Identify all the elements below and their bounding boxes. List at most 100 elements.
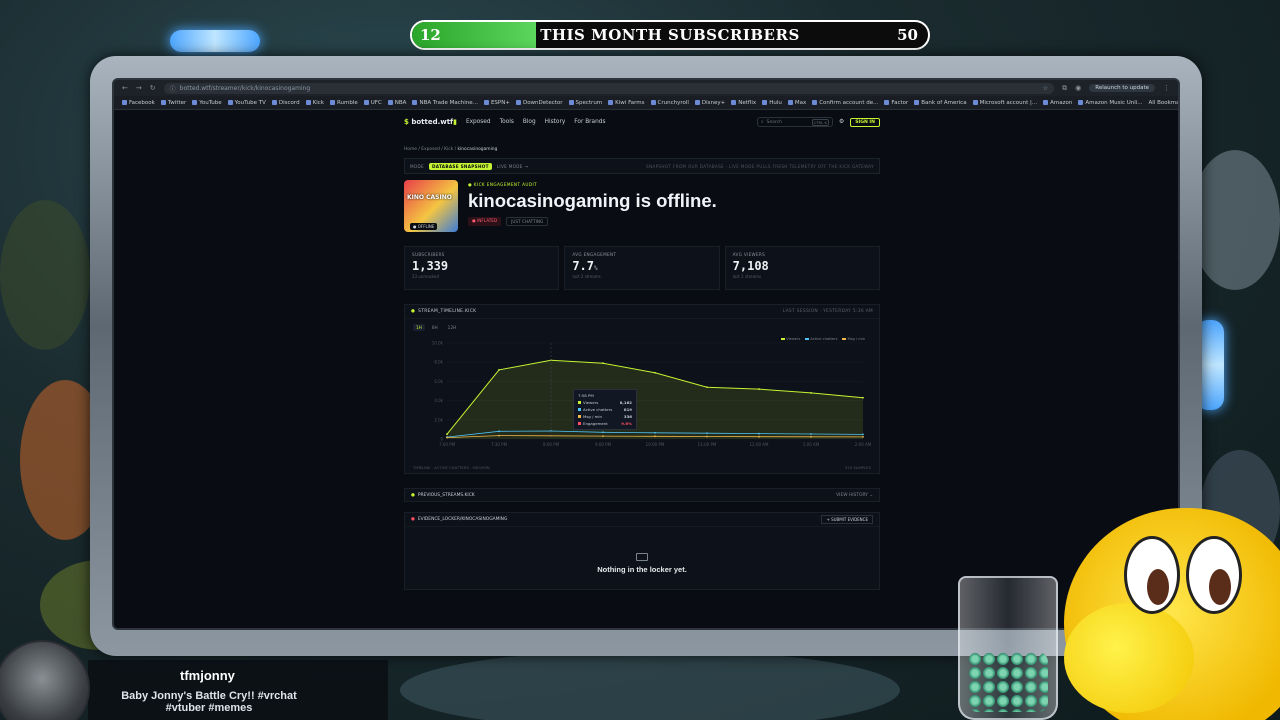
nav-history[interactable]: History xyxy=(545,119,566,125)
subscriber-goal-bar: 12 THIS MONTH SUBSCRIBERS 50 xyxy=(410,20,930,50)
stat-label: SUBSCRIBERS xyxy=(412,252,445,257)
chart-tooltip: 7:58 PM Viewers 8,162 Active chatters 819 … xyxy=(573,389,637,430)
bookmark-item[interactable]: NBA Trade Machine... xyxy=(412,100,478,106)
relaunch-button[interactable]: Relaunch to update xyxy=(1089,84,1155,92)
bookmark-item[interactable]: Twitter xyxy=(160,100,186,106)
bookmark-item[interactable]: Bank of America xyxy=(914,100,967,106)
bookmark-icon xyxy=(568,100,574,105)
bookmark-item[interactable]: Kiwi Farms xyxy=(608,100,645,106)
bookmark-item[interactable]: Crunchyroll xyxy=(650,100,689,106)
bookmark-item[interactable]: Microsoft account |... xyxy=(972,100,1037,106)
bookmark-item[interactable]: Disney+ xyxy=(694,100,725,106)
view-history-button[interactable]: VIEW HISTORY ⌄ xyxy=(836,493,873,498)
mode-live[interactable]: LIVE MODE → xyxy=(497,164,528,169)
nav-for-brands[interactable]: For Brands xyxy=(574,119,605,125)
bookmark-item[interactable]: Hulu xyxy=(762,100,782,106)
bookmark-item[interactable]: DownDetector xyxy=(515,100,563,106)
mode-database-snapshot[interactable]: DATABASE SNAPSHOT xyxy=(428,162,492,170)
breadcrumb: Home / Exposed / Kick / kinocasinogaming xyxy=(404,147,498,152)
bookmark-icon xyxy=(694,100,700,105)
subscriber-goal-title: THIS MONTH SUBSCRIBERS xyxy=(540,26,800,44)
bookmark-item[interactable]: UFC xyxy=(363,100,382,106)
star-icon[interactable]: ☆ xyxy=(1043,85,1048,92)
tooltip-row: Msg / min 336 xyxy=(578,414,632,419)
reload-icon[interactable]: ↻ xyxy=(150,84,156,92)
sign-in-button[interactable]: SIGN IN xyxy=(850,117,880,127)
chart-svg[interactable]: 10.0k 8.0k 6.0k 4.0k 2.0k 07:00 PM 7:30 PM 8:00… xyxy=(405,331,879,461)
breadcrumb-exposed[interactable]: Exposed xyxy=(421,147,440,152)
nav-right: ⌕ Search CTRL K ⚙ SIGN IN xyxy=(757,117,880,127)
category-badge[interactable]: JUST CHATTING xyxy=(506,217,549,226)
active-chatters-series-point xyxy=(706,432,708,435)
legend-msg-per-min[interactable]: Msg / min xyxy=(842,337,865,341)
bookmark-item[interactable]: Amazon Music Unli... xyxy=(1078,100,1143,106)
bookmark-item[interactable]: YouTube TV xyxy=(227,100,266,106)
drink-glass-decoration xyxy=(958,576,1058,720)
bookmark-item[interactable]: Spectrum xyxy=(568,100,602,106)
extensions-icon[interactable]: ⧉ xyxy=(1062,84,1067,93)
search-input[interactable]: ⌕ Search CTRL K xyxy=(757,117,833,127)
legend-active-chatters[interactable]: Active chatters xyxy=(805,337,837,341)
panel-header: ● EVIDENCE_LOCKER/KINOCASINOGAMING + SUB… xyxy=(405,513,879,527)
locker-empty-text: Nothing in the locker yet. xyxy=(597,565,687,574)
offline-badge: ● OFFLINE xyxy=(410,223,438,230)
forward-icon[interactable]: → xyxy=(136,84,142,92)
bookmark-item[interactable]: Amazon xyxy=(1043,100,1072,106)
x-tick-label: 9:00 PM xyxy=(595,442,612,447)
profile-icon[interactable]: ◉ xyxy=(1075,84,1081,92)
bookmark-item[interactable]: Max xyxy=(787,100,806,106)
bookmark-item[interactable]: YouTube xyxy=(192,100,222,106)
evidence-locker-panel: ● EVIDENCE_LOCKER/KINOCASINOGAMING + SUB… xyxy=(404,512,880,590)
bookmark-item[interactable]: Facebook xyxy=(122,100,155,106)
breadcrumb-current: kinocasinogaming xyxy=(457,147,498,152)
msg-per-min-series-point xyxy=(602,435,604,438)
nav-blog[interactable]: Blog xyxy=(523,119,536,125)
y-tick-label: 10.0k xyxy=(432,341,444,346)
x-tick-label: 11:00 PM xyxy=(698,442,717,447)
x-tick-label: 12:00 AM xyxy=(750,442,770,447)
breadcrumb-home[interactable]: Home xyxy=(404,147,417,152)
bookmark-item[interactable]: Kick xyxy=(305,100,324,106)
legend-viewers[interactable]: Viewers xyxy=(781,337,800,341)
address-bar[interactable]: ⓘ botted.wtf/streamer/kick/kinocasinogam… xyxy=(163,82,1055,94)
nav-tools[interactable]: Tools xyxy=(500,119,514,125)
hero-tags: ● INFLATED JUST CHATTING xyxy=(468,217,717,226)
bookmark-icon xyxy=(787,100,793,105)
bookmark-icon xyxy=(192,100,198,105)
all-bookmarks-button[interactable]: All Bookmarks xyxy=(1149,100,1178,106)
breadcrumb-kick[interactable]: Kick xyxy=(444,147,453,152)
submit-evidence-button[interactable]: + SUBMIT EVIDENCE xyxy=(821,515,873,524)
tab-6h[interactable]: 6H xyxy=(429,324,441,331)
bookmark-item[interactable]: ESPN+ xyxy=(483,100,510,106)
x-tick-label: 10:00 PM xyxy=(646,442,665,447)
bookmark-item[interactable]: Discord xyxy=(271,100,300,106)
bookmark-icon xyxy=(1078,100,1084,105)
menu-icon[interactable]: ⋮ xyxy=(1163,84,1170,92)
viewers-series-point xyxy=(862,396,864,399)
tab-12h[interactable]: 12H xyxy=(445,324,459,331)
bookmark-item[interactable]: Rumble xyxy=(329,100,358,106)
bookmark-icon xyxy=(972,100,978,105)
audit-kicker: ● KICK ENGAGEMENT AUDIT xyxy=(468,182,538,187)
theme-toggle-icon[interactable]: ⚙ xyxy=(839,119,844,125)
bookmark-item[interactable]: Factor xyxy=(884,100,908,106)
x-tick-label: 8:00 PM xyxy=(543,442,560,447)
bookmark-icon xyxy=(329,100,335,105)
bookmark-item[interactable]: Confirm account de... xyxy=(812,100,878,106)
stat-value: 7,108 xyxy=(732,259,769,273)
y-tick-label: 2.0k xyxy=(434,417,443,422)
previous-streams-panel[interactable]: ● PREVIOUS_STREAMS.KICK VIEW HISTORY ⌄ xyxy=(404,488,880,502)
stat-avg-engagement: AVG ENGAGEMENT 7.7% last 2 streams xyxy=(564,246,720,290)
nav-exposed[interactable]: Exposed xyxy=(466,119,491,125)
site-info-icon[interactable]: ⓘ xyxy=(170,84,176,93)
back-icon[interactable]: ← xyxy=(122,84,128,92)
active-chatters-series-point xyxy=(862,433,864,436)
bookmark-item[interactable]: NBA xyxy=(387,100,406,106)
viewers-series-point xyxy=(498,368,500,371)
msg-per-min-series-point xyxy=(654,435,656,438)
bookmark-item[interactable]: Netflix xyxy=(731,100,756,106)
stat-subscribers: SUBSCRIBERS 1,339 23 unmasked xyxy=(404,246,560,290)
site-logo[interactable]: $ botted.wtf▮ xyxy=(404,118,457,126)
tab-1h[interactable]: 1H xyxy=(413,324,425,331)
mode-label: MODE xyxy=(410,163,424,169)
